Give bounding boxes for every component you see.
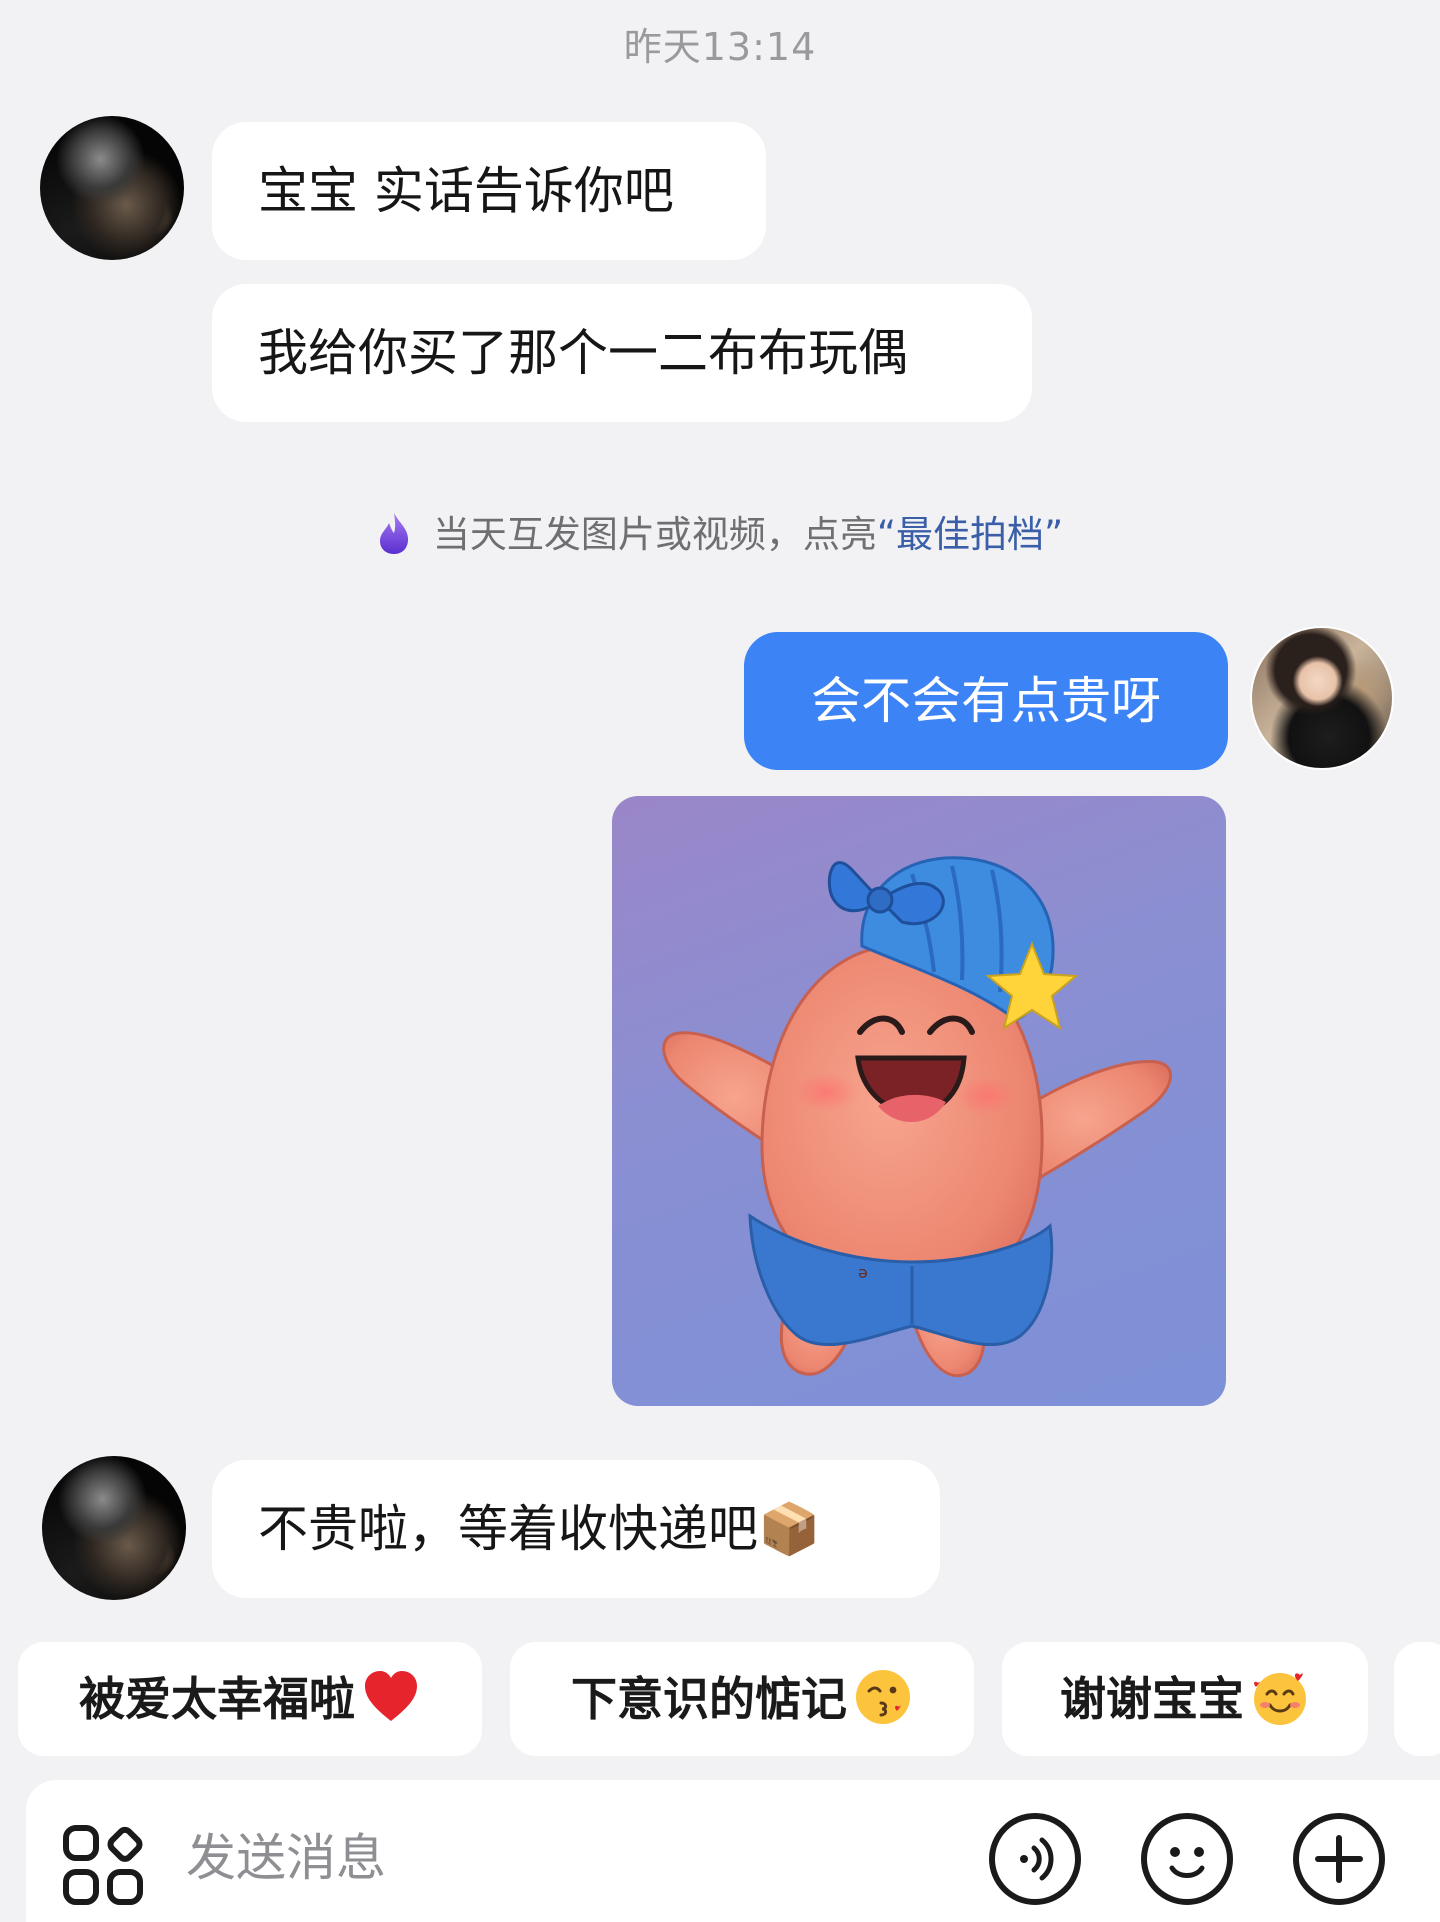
flame-icon [379,513,408,554]
message-timestamp: 昨天13:14 [623,25,817,69]
contact-avatar[interactable] [42,1456,186,1600]
quick-reply-chip[interactable]: 下意识的惦记 [510,1642,974,1756]
quick-reply-label: 下意识的惦记 [571,1672,847,1726]
quick-reply-label: 被爱太幸福啦 [79,1672,355,1726]
quick-reply-label: 谢谢宝宝 [1060,1672,1244,1726]
red-heart-icon [365,1671,417,1721]
voice-icon[interactable] [988,1812,1082,1906]
patrick-star-sticker[interactable]: ə [612,796,1226,1406]
my-avatar[interactable] [1250,626,1394,770]
best-partner-link[interactable]: “最佳拍档” [877,513,1063,556]
incoming-message-bubble[interactable]: 宝宝 实话告诉你吧 [212,122,766,260]
quick-reply-chip-overflow[interactable] [1394,1642,1440,1756]
best-partner-hint: 当天互发图片或视频，点亮“最佳拍档” [0,504,1440,558]
message-input[interactable]: 发送消息 [186,1818,386,1890]
kissing-face-icon [856,1670,910,1724]
hint-text: 当天互发图片或视频，点亮 [432,513,877,556]
incoming-message-bubble[interactable]: 不贵啦，等着收快递吧📦 [212,1460,940,1598]
emoji-icon[interactable] [1140,1812,1234,1906]
apps-grid-icon[interactable] [62,1824,146,1908]
smiling-face-with-hearts-icon [1254,1673,1306,1725]
incoming-message-bubble[interactable]: 我给你买了那个一二布布玩偶 [212,284,1032,422]
svg-text:ə: ə [858,1263,868,1282]
plus-icon[interactable] [1292,1812,1386,1906]
contact-avatar[interactable] [40,116,184,260]
sticker-illustration: ə [662,856,1173,1378]
outgoing-message-bubble[interactable]: 会不会有点贵呀 [744,632,1228,770]
quick-reply-chip[interactable]: 被爱太幸福啦 [18,1642,482,1756]
quick-reply-chip[interactable]: 谢谢宝宝 [1002,1642,1368,1756]
